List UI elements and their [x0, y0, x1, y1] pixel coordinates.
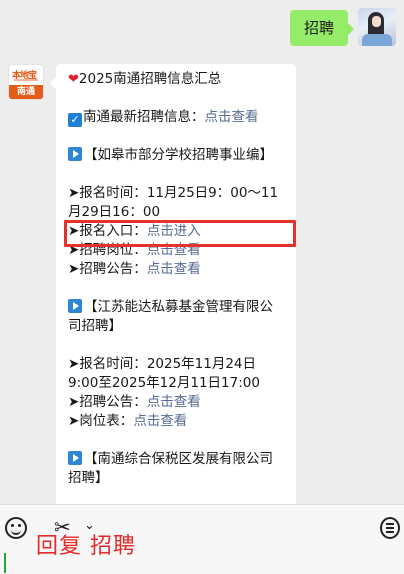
play-icon	[68, 147, 82, 161]
notice-link[interactable]: 点击查看	[147, 261, 201, 277]
message-content: ❤2025南通招聘信息汇总 ✓ 南通最新招聘信息：点击查看 【如皋市部分学校招聘事…	[68, 70, 290, 488]
notice-line: ➤招聘公告：点击查看	[68, 394, 201, 410]
play-icon	[68, 451, 82, 465]
time-line: ➤报名时间：2025年11月24日	[68, 356, 257, 372]
chat-area: 招聘 本地宝 南通 ❤2025南通招聘信息汇总 ✓ 南通最新招聘信息：点击查看 【…	[0, 0, 404, 504]
outgoing-message-row: 招聘	[289, 8, 396, 46]
time-line: ➤报名时间：11月25日9：00～11	[68, 185, 279, 201]
section-heading: 【南通综合保税区发展有限公司	[68, 450, 290, 469]
section-heading-cont: 司招聘】	[68, 318, 122, 334]
section-heading-cont: 招聘】	[68, 470, 109, 486]
latest-label: 南通最新招聘信息：	[83, 109, 205, 125]
time-line-cont: 9:00至2025年12月11日17:00	[68, 375, 260, 391]
table-line: ➤岗位表：点击查看	[68, 413, 188, 429]
notice-link[interactable]: 点击查看	[147, 394, 201, 410]
bot-avatar[interactable]: 本地宝 南通	[8, 64, 44, 100]
play-icon	[68, 299, 82, 313]
notice-line: ➤招聘公告：点击查看	[68, 261, 201, 277]
latest-link[interactable]: 点击查看	[205, 109, 259, 125]
checkbox-icon: ✓	[68, 113, 82, 127]
section-heading: 【江苏能达私募基金管理有限公	[68, 298, 290, 317]
heart-icon: ❤	[68, 72, 79, 87]
message-title: 2025南通招聘信息汇总	[78, 71, 222, 87]
emoji-icon[interactable]	[5, 517, 27, 539]
section-heading: 【如皋市部分学校招聘事业编】	[68, 146, 290, 165]
incoming-bubble: ❤2025南通招聘信息汇总 ✓ 南通最新招聘信息：点击查看 【如皋市部分学校招聘事…	[50, 64, 296, 504]
message-title-line: ❤2025南通招聘信息汇总	[68, 70, 290, 89]
text-cursor	[4, 553, 6, 573]
highlight-box	[64, 220, 296, 247]
menu-icon[interactable]	[380, 517, 400, 539]
outgoing-bubble[interactable]: 招聘	[289, 10, 355, 46]
bot-avatar-city: 南通	[9, 85, 43, 99]
latest-line: ✓ 南通最新招聘信息：点击查看	[68, 108, 290, 127]
user-avatar[interactable]	[358, 8, 396, 46]
table-link[interactable]: 点击查看	[133, 413, 187, 429]
reply-overlay-text: 回复 招聘	[36, 534, 136, 559]
